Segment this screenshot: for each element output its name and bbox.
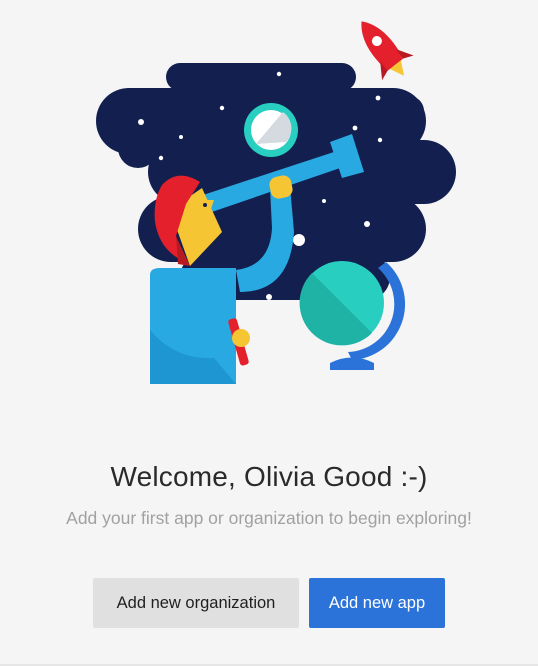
moon-icon: [244, 103, 298, 157]
astronomer-illustration: [96, 21, 456, 384]
welcome-page: Welcome, Olivia Good :-) Add your first …: [0, 0, 538, 666]
welcome-title: Welcome, Olivia Good :-): [110, 461, 428, 492]
add-new-app-button[interactable]: Add new app: [309, 578, 445, 628]
rocket-icon: [361, 21, 414, 81]
globe-icon: [299, 261, 406, 370]
action-buttons: Add new organization Add new app: [0, 578, 538, 628]
add-new-organization-button[interactable]: Add new organization: [93, 578, 299, 628]
welcome-subtitle: Add your first app or organization to be…: [66, 508, 472, 528]
